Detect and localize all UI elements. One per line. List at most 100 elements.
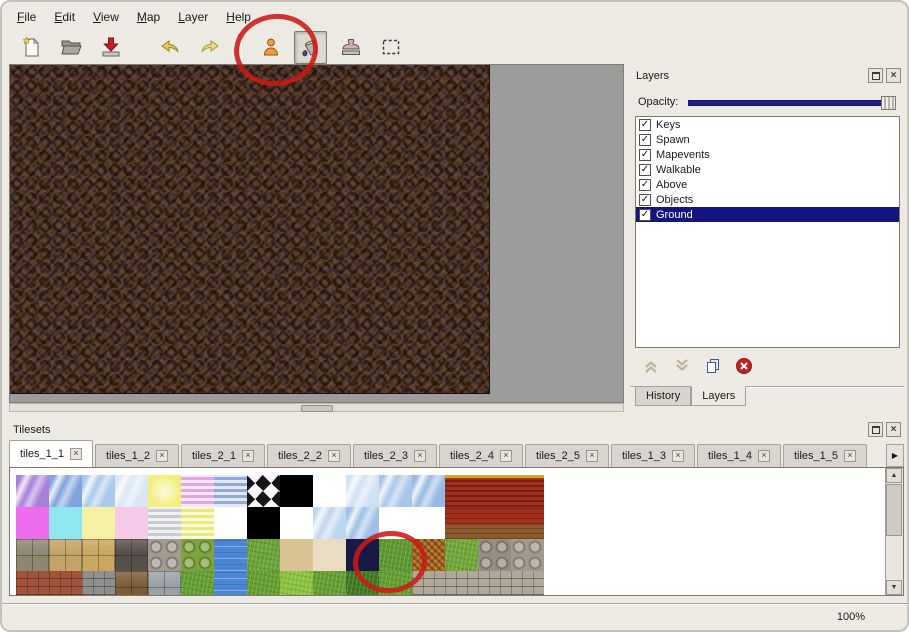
tile-0-6[interactable] [214, 475, 247, 507]
horizontal-scrollbar[interactable] [9, 403, 624, 412]
tile-3-15[interactable] [511, 571, 544, 596]
tile-0-0[interactable] [16, 475, 49, 507]
stamp-tool-icon[interactable] [334, 31, 367, 64]
tile-1-1[interactable] [49, 507, 82, 539]
layer-row-above[interactable]: ✓Above [636, 177, 899, 192]
close-tab-icon[interactable] [844, 450, 856, 462]
close-tab-icon[interactable] [758, 450, 770, 462]
layer-visibility-checkbox[interactable]: ✓ [639, 134, 651, 146]
float-panel-icon[interactable] [868, 422, 883, 437]
tile-0-11[interactable] [379, 475, 412, 507]
tile-2-6[interactable] [214, 539, 247, 571]
close-tab-icon[interactable] [328, 450, 340, 462]
redo-icon[interactable] [193, 31, 226, 64]
tile-2-3[interactable] [115, 539, 148, 571]
close-tab-icon[interactable] [156, 450, 168, 462]
tile-1-3[interactable] [115, 507, 148, 539]
tile-1-2[interactable] [82, 507, 115, 539]
tile-0-12[interactable] [412, 475, 445, 507]
scroll-down-icon[interactable] [886, 580, 902, 595]
close-tab-icon[interactable] [500, 450, 512, 462]
tile-1-9[interactable] [313, 507, 346, 539]
tile-3-9[interactable] [313, 571, 346, 596]
tile-1-6[interactable] [214, 507, 247, 539]
tile-1-14[interactable] [478, 507, 511, 539]
tile-1-12[interactable] [412, 507, 445, 539]
save-map-icon[interactable] [94, 31, 127, 64]
tile-1-8[interactable] [280, 507, 313, 539]
tile-2-14[interactable] [478, 539, 511, 571]
layer-visibility-checkbox[interactable]: ✓ [639, 119, 651, 131]
tileset-tab-tiles_2_3[interactable]: tiles_2_3 [353, 444, 437, 467]
map-canvas-area[interactable] [9, 64, 624, 403]
tile-2-15[interactable] [511, 539, 544, 571]
tile-2-5[interactable] [181, 539, 214, 571]
tile-3-7[interactable] [247, 571, 280, 596]
map-canvas[interactable] [10, 65, 490, 394]
undo-icon[interactable] [153, 31, 186, 64]
tile-3-8[interactable] [280, 571, 313, 596]
close-tab-icon[interactable] [586, 450, 598, 462]
tile-0-13[interactable] [445, 475, 478, 507]
dock-tab-layers[interactable]: Layers [691, 386, 746, 406]
tile-3-14[interactable] [478, 571, 511, 596]
opacity-slider-handle[interactable] [881, 96, 896, 110]
tile-3-11[interactable] [379, 571, 412, 596]
opacity-slider[interactable] [688, 95, 896, 109]
tile-2-7[interactable] [247, 539, 280, 571]
tile-3-3[interactable] [115, 571, 148, 596]
duplicate-layer-icon[interactable] [702, 355, 724, 377]
tile-0-7[interactable] [247, 475, 280, 507]
tile-3-5[interactable] [181, 571, 214, 596]
layer-row-spawn[interactable]: ✓Spawn [636, 132, 899, 147]
layer-row-objects[interactable]: ✓Objects [636, 192, 899, 207]
close-tab-icon[interactable] [70, 448, 82, 460]
tile-1-0[interactable] [16, 507, 49, 539]
close-tab-icon[interactable] [242, 450, 254, 462]
tile-0-1[interactable] [49, 475, 82, 507]
new-map-icon[interactable] [14, 31, 47, 64]
tile-2-4[interactable] [148, 539, 181, 571]
open-map-icon[interactable] [54, 31, 87, 64]
menu-help[interactable]: Help [217, 7, 260, 27]
tile-2-12[interactable] [412, 539, 445, 571]
tile-0-15[interactable] [511, 475, 544, 507]
tile-3-1[interactable] [49, 571, 82, 596]
tile-0-2[interactable] [82, 475, 115, 507]
close-panel-icon[interactable] [886, 422, 901, 437]
tile-3-6[interactable] [214, 571, 247, 596]
tileset-tab-tiles_1_2[interactable]: tiles_1_2 [95, 444, 179, 467]
tileset-tab-tiles_1_4[interactable]: tiles_1_4 [697, 444, 781, 467]
tileset-tab-tiles_2_1[interactable]: tiles_2_1 [181, 444, 265, 467]
move-tool-icon[interactable] [254, 31, 287, 64]
lower-layer-icon[interactable] [671, 355, 693, 377]
layer-row-keys[interactable]: ✓Keys [636, 117, 899, 132]
layer-visibility-checkbox[interactable]: ✓ [639, 209, 651, 221]
delete-layer-icon[interactable] [733, 355, 755, 377]
close-tab-icon[interactable] [672, 450, 684, 462]
tile-3-0[interactable] [16, 571, 49, 596]
tileset-tab-tiles_1_5[interactable]: tiles_1_5 [783, 444, 867, 467]
tileset-tab-tiles_2_2[interactable]: tiles_2_2 [267, 444, 351, 467]
menu-layer[interactable]: Layer [169, 7, 217, 27]
float-panel-icon[interactable] [868, 68, 883, 83]
tile-0-14[interactable] [478, 475, 511, 507]
dock-tab-history[interactable]: History [635, 386, 691, 406]
tile-0-3[interactable] [115, 475, 148, 507]
layer-visibility-checkbox[interactable]: ✓ [639, 149, 651, 161]
tile-0-10[interactable] [346, 475, 379, 507]
scrollbar-grip[interactable] [301, 405, 333, 412]
tile-3-13[interactable] [445, 571, 478, 596]
tile-2-2[interactable] [82, 539, 115, 571]
select-tool-icon[interactable] [374, 31, 407, 64]
scroll-up-icon[interactable] [886, 468, 902, 483]
tile-1-7[interactable] [247, 507, 280, 539]
tile-0-5[interactable] [181, 475, 214, 507]
palette-vertical-scrollbar[interactable] [885, 468, 903, 595]
layer-visibility-checkbox[interactable]: ✓ [639, 164, 651, 176]
tab-scroll-right-icon[interactable] [886, 444, 904, 467]
tile-2-0[interactable] [16, 539, 49, 571]
layer-row-ground[interactable]: ✓Ground [636, 207, 899, 222]
layer-row-walkable[interactable]: ✓Walkable [636, 162, 899, 177]
tile-3-12[interactable] [412, 571, 445, 596]
